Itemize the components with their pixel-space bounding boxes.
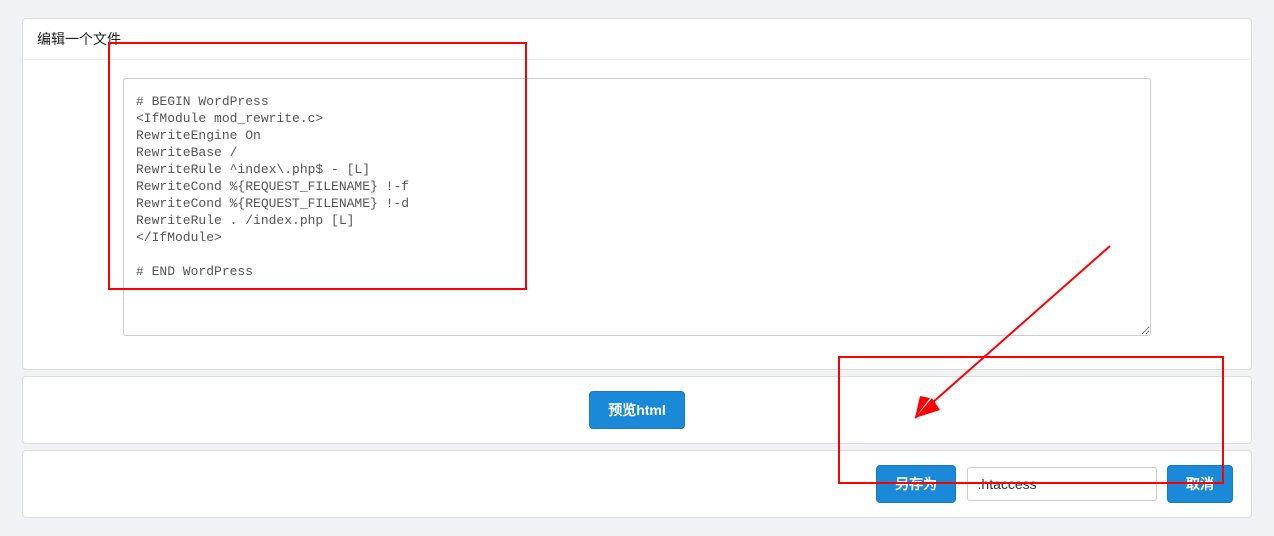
panel-body [23,60,1251,369]
edit-file-panel: 编辑一个文件 [22,18,1252,370]
preview-bar: 预览html [22,376,1252,444]
filename-input[interactable] [967,467,1157,501]
panel-title: 编辑一个文件 [23,19,1251,60]
page-root: 编辑一个文件 预览html 另存为 取消 [0,0,1274,536]
cancel-button[interactable]: 取消 [1167,465,1233,503]
preview-html-button[interactable]: 预览html [589,391,685,429]
editor-wrap [123,78,1151,341]
file-content-textarea[interactable] [123,78,1151,336]
save-bar: 另存为 取消 [22,450,1252,518]
save-as-button[interactable]: 另存为 [876,465,956,503]
